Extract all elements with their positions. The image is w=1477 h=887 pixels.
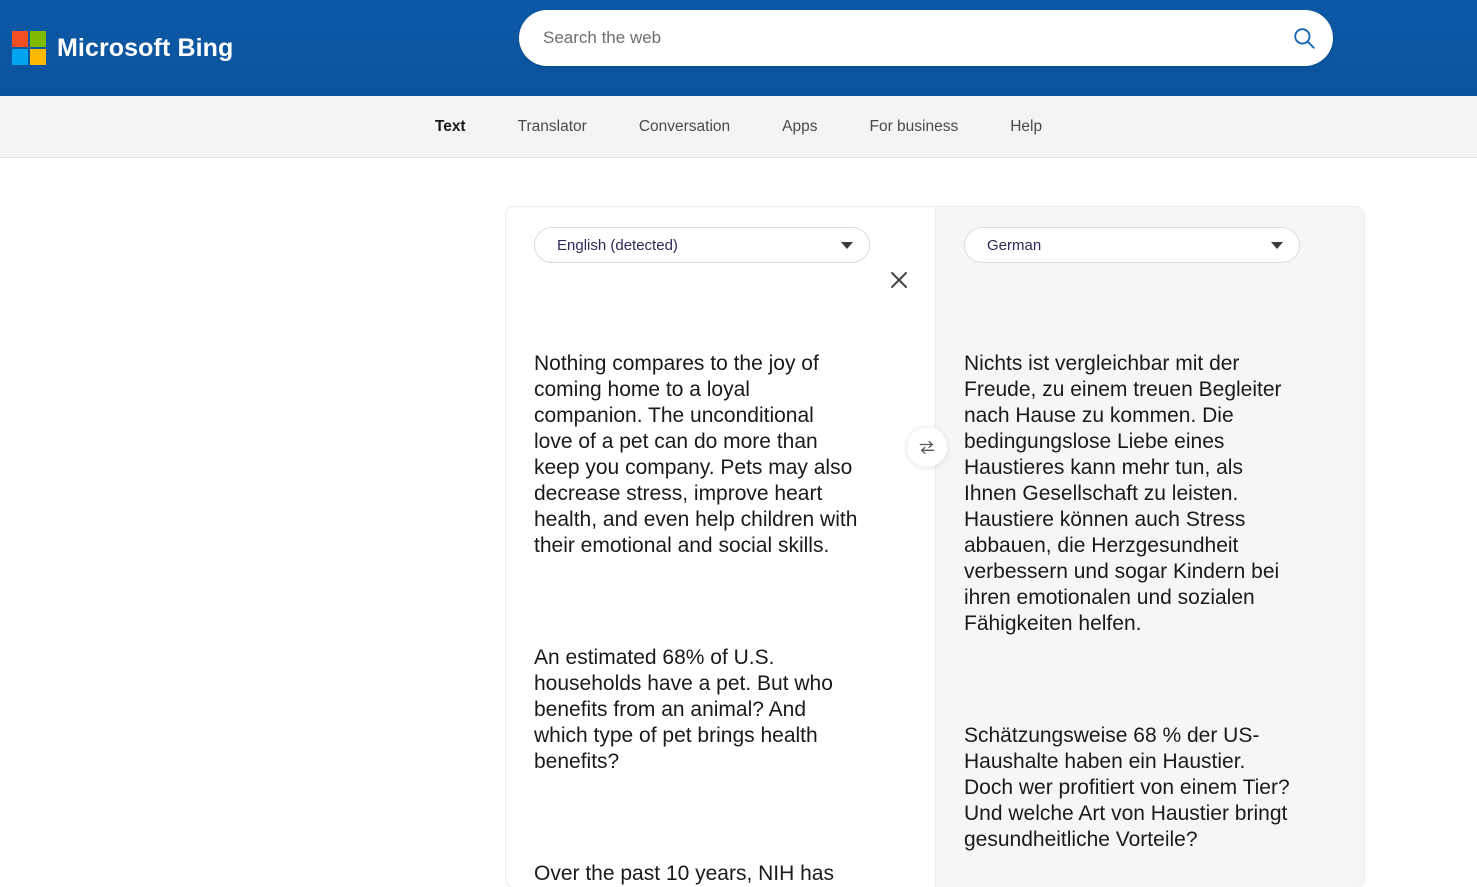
target-paragraph: Schätzungsweise 68 % der US-Haushalte ha…	[964, 724, 1296, 851]
source-language-label: English (detected)	[557, 236, 678, 254]
tab-translator[interactable]: Translator	[492, 118, 613, 136]
chevron-down-icon	[841, 241, 853, 249]
target-panel: German Nichts ist vergleichbar mit der F…	[935, 207, 1364, 887]
page-header: Microsoft Bing	[0, 0, 1477, 96]
source-language-select[interactable]: English (detected)	[534, 227, 870, 263]
target-text-area: Nichts ist vergleichbar mit der Freude, …	[964, 299, 1294, 887]
source-text-area[interactable]: Nothing compares to the joy of coming ho…	[534, 299, 858, 887]
swap-languages-button[interactable]	[906, 426, 948, 468]
clear-source-text-button[interactable]	[885, 266, 913, 294]
tab-for-business[interactable]: For business	[843, 118, 984, 136]
search-icon	[1294, 28, 1315, 49]
translator-card: English (detected) Nothing compares to t…	[506, 207, 1364, 887]
tab-conversation[interactable]: Conversation	[613, 118, 756, 136]
source-panel: English (detected) Nothing compares to t…	[506, 207, 935, 887]
translator-stage: English (detected) Nothing compares to t…	[0, 158, 1477, 887]
search-bar[interactable]	[519, 10, 1333, 66]
target-language-label: German	[987, 236, 1042, 254]
bing-brand-link[interactable]: Microsoft Bing	[12, 31, 233, 65]
brand-name: Microsoft Bing	[57, 33, 234, 62]
source-paragraph: Over the past 10 years, NIH has partnere…	[534, 862, 834, 885]
chevron-down-icon	[1271, 241, 1283, 249]
main-navigation: Text Translator Conversation Apps For bu…	[0, 96, 1477, 158]
search-input[interactable]	[519, 28, 1275, 48]
target-language-select[interactable]: German	[964, 227, 1300, 263]
source-paragraph: Nothing compares to the joy of coming ho…	[534, 352, 864, 557]
close-icon	[891, 272, 907, 288]
tab-text[interactable]: Text	[409, 118, 492, 136]
swap-arrows-icon	[919, 440, 935, 454]
tab-apps[interactable]: Apps	[756, 118, 843, 136]
target-paragraph: Nichts ist vergleichbar mit der Freude, …	[964, 352, 1288, 635]
tab-help[interactable]: Help	[984, 118, 1068, 136]
search-button[interactable]	[1275, 11, 1333, 65]
source-paragraph: An estimated 68% of U.S. households have…	[534, 646, 839, 773]
microsoft-logo-icon	[12, 31, 46, 65]
